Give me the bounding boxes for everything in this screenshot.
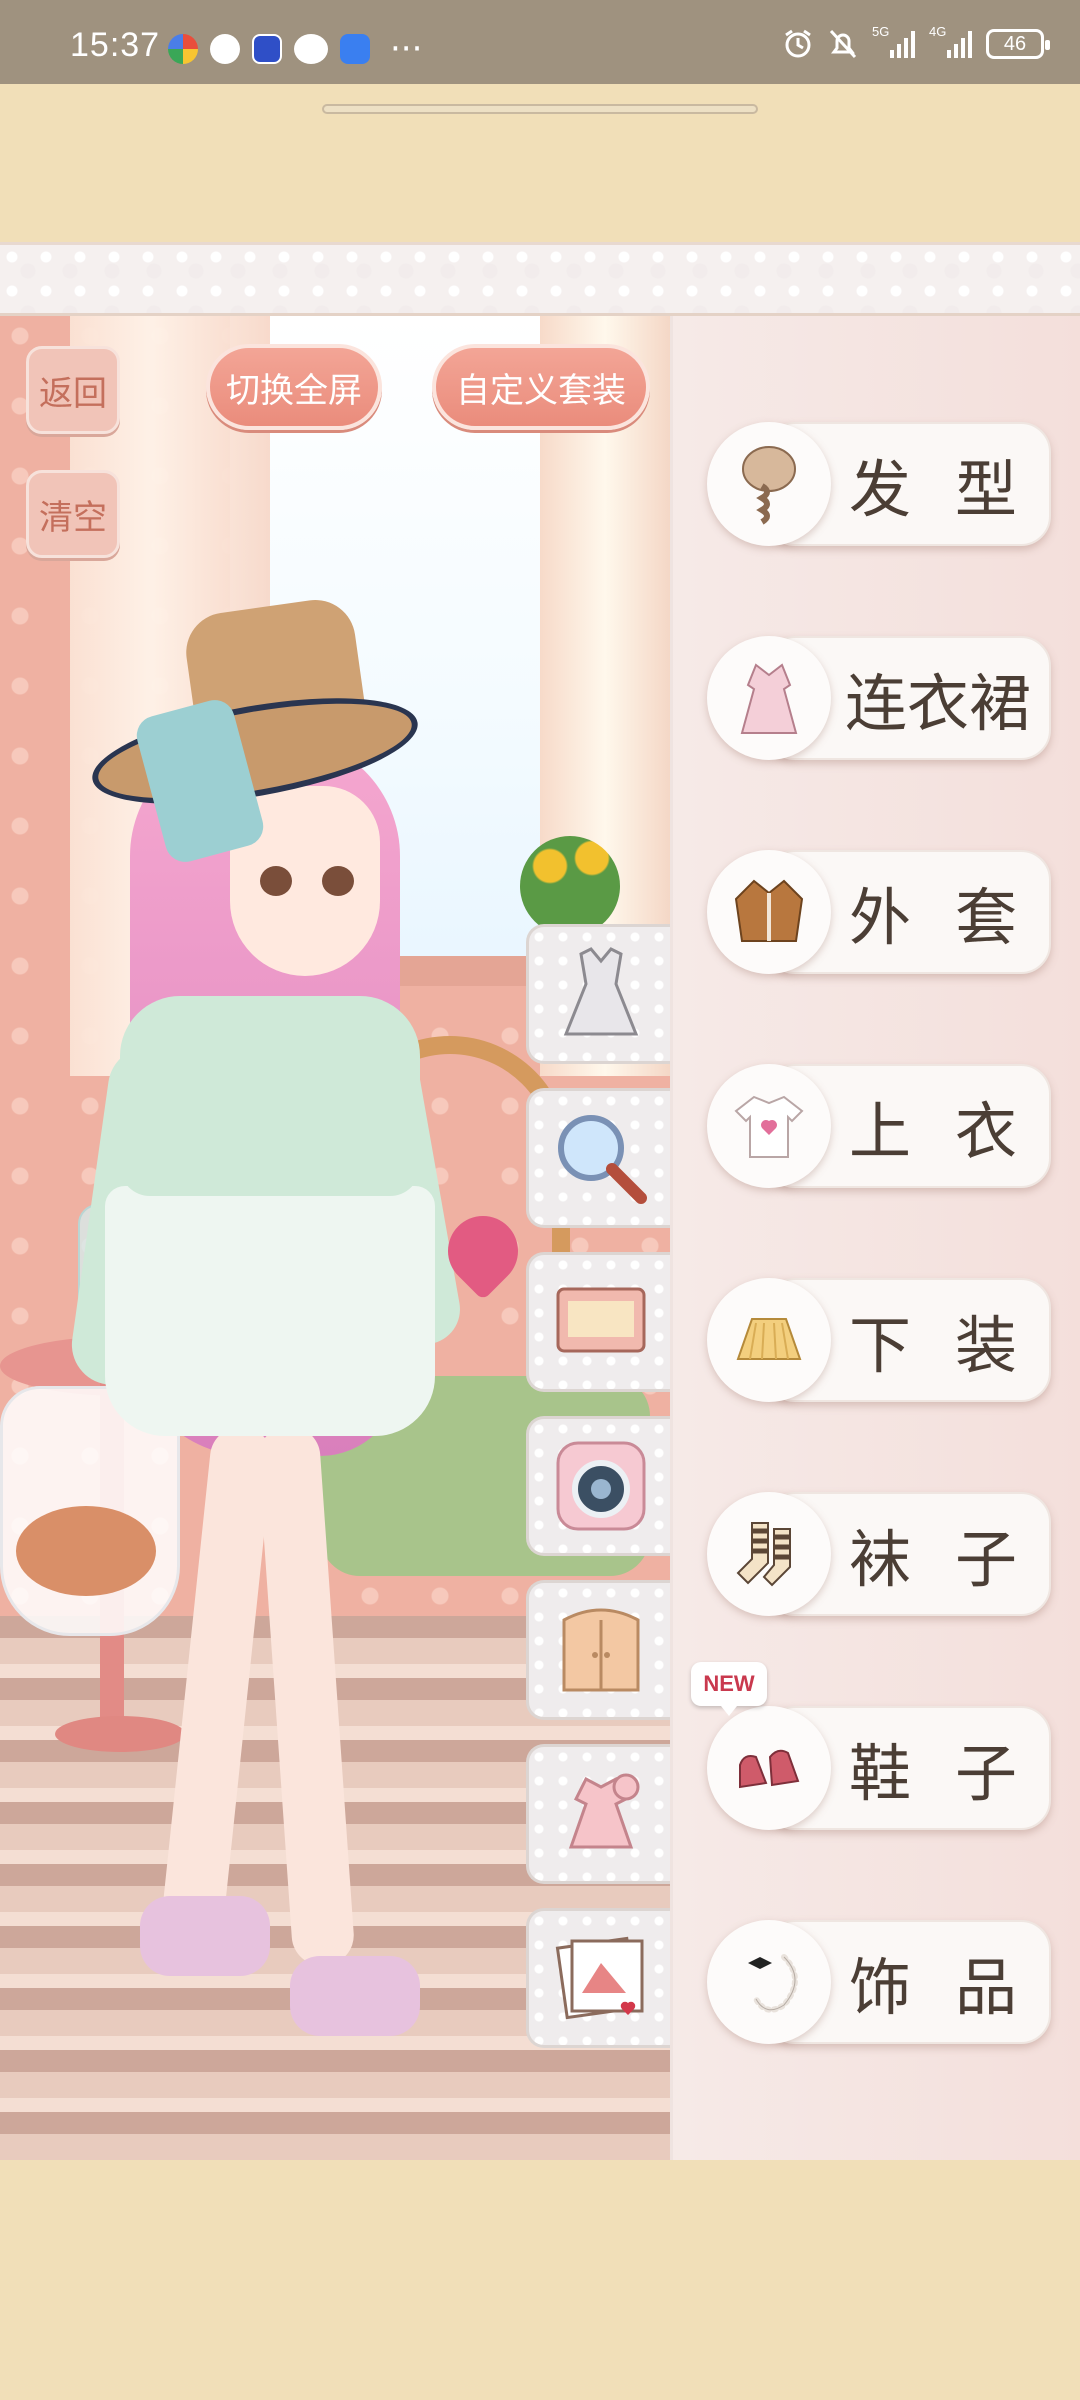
battery-icon: 46 [986, 29, 1050, 59]
status-time: 15:37 [70, 26, 161, 64]
custom-outfit-button[interactable]: 自定义套装 [432, 344, 650, 430]
dressup-character[interactable] [66, 586, 470, 2160]
clear-button[interactable]: 清空 [26, 470, 120, 558]
silent-bell-icon [829, 29, 857, 59]
status-app-icons: ··· [168, 29, 423, 69]
photo-album-tool[interactable] [526, 1908, 672, 2048]
character-right-eye [322, 866, 354, 896]
necklace-icon [707, 1920, 831, 2044]
category-hairstyle[interactable]: 发型 [707, 422, 1051, 546]
camera-icon [556, 1441, 645, 1531]
category-label: 袜子 [849, 1523, 1017, 1596]
fullscreen-toggle-button[interactable]: 切换全屏 [206, 344, 382, 430]
character-skirt [105, 1186, 435, 1436]
signal-5g-icon: 5G [872, 24, 915, 58]
category-accessories[interactable]: 饰品 [707, 1920, 1051, 2044]
character-right-shoe [290, 1956, 420, 2036]
browser-app-icon [168, 34, 198, 64]
category-label: 饰品 [849, 1951, 1017, 2024]
category-dress[interactable]: 连衣裙 [707, 636, 1051, 760]
wechat-app-icon [294, 34, 328, 64]
braid-hair-icon [707, 422, 831, 546]
outfit-set-tool[interactable] [526, 1744, 672, 1884]
camera-tool[interactable] [526, 1416, 672, 1556]
character-left-leg [156, 1424, 276, 1968]
back-button[interactable]: 返回 [26, 346, 120, 434]
more-notifications-icon: ··· [390, 29, 423, 69]
jacket-icon [707, 850, 831, 974]
dress-form-tool[interactable] [526, 924, 672, 1064]
signal-4g-icon: 4G [929, 24, 972, 58]
category-socks[interactable]: 袜子 [707, 1492, 1051, 1616]
lace-banner [0, 242, 1080, 316]
magnifier-tool[interactable] [526, 1088, 672, 1228]
category-label: 连衣裙 [845, 667, 1032, 740]
dress-form-icon [563, 947, 638, 1036]
tshirt-icon [707, 1064, 831, 1188]
category-bottoms[interactable]: 下装 [707, 1278, 1051, 1402]
heart-app-icon [210, 34, 240, 64]
wardrobe-icon [562, 1608, 639, 1692]
character-left-eye [260, 866, 292, 896]
alarm-icon [785, 29, 811, 58]
category-coat[interactable]: 外套 [707, 850, 1051, 974]
network-5g-label: 5G [872, 24, 890, 39]
skirt-icon [707, 1278, 831, 1402]
outfit-set-icon [568, 1773, 639, 1849]
character-right-leg [256, 1424, 356, 1968]
sunflower-pot [520, 836, 620, 936]
character-blouse [120, 996, 420, 1196]
tieba-app-icon [252, 34, 282, 64]
category-label: 发型 [849, 453, 1017, 526]
status-bar: 15:37 ··· 5G 4G 46 [0, 0, 1080, 84]
category-label: 鞋子 [849, 1737, 1017, 1810]
category-panel: 发型 连衣裙 外套 上衣 下装 袜子 鞋 子 NEW 饰 品 [670, 316, 1080, 2160]
category-label: 外套 [849, 881, 1017, 954]
socks-icon [707, 1492, 831, 1616]
shoes-icon [707, 1706, 831, 1830]
navigation-app-icon [340, 34, 370, 64]
new-badge: NEW [691, 1662, 767, 1716]
scroll-background-icon [556, 1287, 645, 1353]
category-top[interactable]: 上衣 [707, 1064, 1051, 1188]
wardrobe-tool[interactable] [526, 1580, 672, 1720]
category-label: 下装 [849, 1309, 1017, 1382]
category-label: 上衣 [849, 1095, 1017, 1168]
category-shoes[interactable]: 鞋子 NEW [691, 1662, 1051, 1830]
drag-handle[interactable] [322, 104, 758, 114]
character-left-shoe [140, 1896, 270, 1976]
status-indicators: 5G 4G 46 [782, 24, 1050, 60]
network-4g-label: 4G [929, 24, 947, 39]
magnifier-icon [557, 1115, 647, 1204]
background-scroll-tool[interactable] [526, 1252, 672, 1392]
photo-album-icon [555, 1936, 643, 2020]
dress-icon [707, 636, 831, 760]
